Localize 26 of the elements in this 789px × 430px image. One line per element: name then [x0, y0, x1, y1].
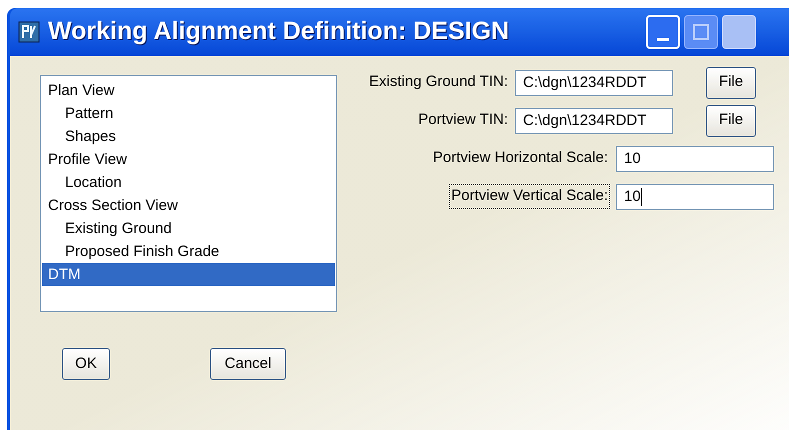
tree-item[interactable]: Proposed Finish Grade: [42, 240, 335, 263]
ok-button[interactable]: OK: [62, 348, 110, 380]
tree-item[interactable]: Existing Ground: [42, 217, 335, 240]
field-label: Portview TIN:: [417, 110, 509, 130]
close-button[interactable]: [722, 15, 756, 49]
app-logo-icon: [18, 21, 40, 43]
path-field[interactable]: C:\dgn\1234RDDT: [515, 70, 673, 96]
file-button[interactable]: File: [706, 66, 756, 98]
tree-item[interactable]: Shapes: [42, 125, 335, 148]
tree-item[interactable]: DTM: [42, 263, 335, 286]
field-label: Portview Vertical Scale:: [449, 184, 610, 209]
window-title: Working Alignment Definition: DESIGN: [48, 16, 510, 48]
tree-item[interactable]: Location: [42, 171, 335, 194]
scale-field[interactable]: 10: [616, 184, 774, 210]
cancel-button[interactable]: Cancel: [210, 348, 286, 380]
path-field[interactable]: C:\dgn\1234RDDT: [515, 108, 673, 134]
minimize-button[interactable]: [646, 15, 680, 49]
tree-item[interactable]: Cross Section View: [42, 194, 335, 217]
field-label: Existing Ground TIN:: [368, 72, 509, 92]
tree-item[interactable]: Pattern: [42, 102, 335, 125]
tree-item[interactable]: Profile View: [42, 148, 335, 171]
field-label: Portview Horizontal Scale:: [432, 148, 609, 168]
file-button[interactable]: File: [706, 104, 756, 136]
maximize-button[interactable]: [684, 15, 718, 49]
tree-item[interactable]: Plan View: [42, 79, 335, 102]
scale-field[interactable]: 10: [616, 146, 774, 172]
